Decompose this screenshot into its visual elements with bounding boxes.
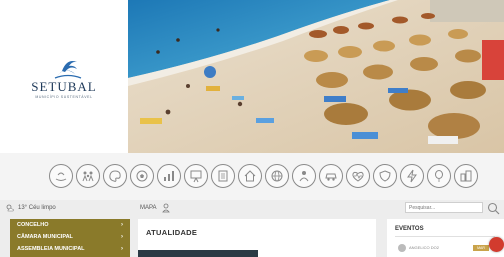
document-icon[interactable] <box>211 164 235 188</box>
logo-panel[interactable]: SETUBAL MUNICÍPIO SUSTENTÁVEL <box>0 0 128 153</box>
menu-item-assembleia-municipal[interactable]: ASSEMBLEIA MUNICIPAL › <box>10 243 130 255</box>
recycling-hand-icon[interactable] <box>49 164 73 188</box>
main-menu: CONCELHO › CÂMARA MUNICIPAL › ASSEMBLEIA… <box>10 219 130 257</box>
globe-icon[interactable] <box>265 164 289 188</box>
map-link[interactable]: MAPA <box>140 203 171 213</box>
chevron-right-icon: › <box>121 222 123 228</box>
map-label: MAPA <box>140 205 157 211</box>
vehicle-icon[interactable] <box>319 164 343 188</box>
search-icon[interactable] <box>487 202 500 215</box>
news-thumbnail[interactable] <box>138 250 258 257</box>
beach-photo <box>128 0 504 153</box>
news-title: ATUALIDADE <box>146 228 198 237</box>
menu-item-camara-municipal[interactable]: CÂMARA MUNICIPAL › <box>10 231 130 243</box>
news-section: ATUALIDADE <box>138 219 376 257</box>
buildings-icon[interactable] <box>454 164 478 188</box>
football-icon[interactable] <box>130 164 154 188</box>
heart-pulse-icon[interactable] <box>346 164 370 188</box>
chevron-right-icon: › <box>121 246 123 252</box>
weather-text: 13° Céu limpo <box>18 205 56 211</box>
balloon-icon[interactable] <box>427 164 451 188</box>
shield-icon[interactable] <box>373 164 397 188</box>
statistics-icon[interactable] <box>157 164 181 188</box>
event-name[interactable]: ANGELICO DO2 <box>409 245 439 250</box>
team-icon[interactable] <box>292 164 316 188</box>
chat-bubble-icon[interactable] <box>489 237 504 252</box>
events-title: EVENTOS <box>395 226 424 232</box>
house-icon[interactable] <box>238 164 262 188</box>
events-section: EVENTOS ANGELICO DO2 MAR <box>387 219 504 257</box>
search-input[interactable] <box>405 202 483 213</box>
weather-widget: 13° Céu limpo <box>6 204 56 212</box>
lightning-icon[interactable] <box>400 164 424 188</box>
presentation-icon[interactable] <box>184 164 208 188</box>
events-divider <box>395 236 495 237</box>
event-badge: MAR <box>473 245 489 251</box>
menu-item-concelho[interactable]: CONCELHO › <box>10 219 130 231</box>
category-icon-row <box>49 164 478 190</box>
header: SETUBAL MUNICÍPIO SUSTENTÁVEL <box>0 0 504 153</box>
info-bar: 13° Céu limpo MAPA <box>0 200 504 216</box>
menu-item-label: CONCELHO <box>17 222 49 228</box>
family-icon[interactable] <box>76 164 100 188</box>
event-avatar <box>398 244 406 252</box>
partly-cloudy-icon <box>6 204 14 212</box>
map-pin-person-icon <box>161 203 170 213</box>
category-icon-bar <box>0 153 504 200</box>
brand-name: SETUBAL <box>31 79 97 94</box>
brand-tagline: MUNICÍPIO SUSTENTÁVEL <box>35 95 93 99</box>
palette-icon[interactable] <box>103 164 127 188</box>
menu-item-label: ASSEMBLEIA MUNICIPAL <box>17 246 85 252</box>
hero-banner <box>128 0 504 153</box>
chevron-right-icon: › <box>121 234 123 240</box>
menu-item-label: CÂMARA MUNICIPAL <box>17 234 73 240</box>
